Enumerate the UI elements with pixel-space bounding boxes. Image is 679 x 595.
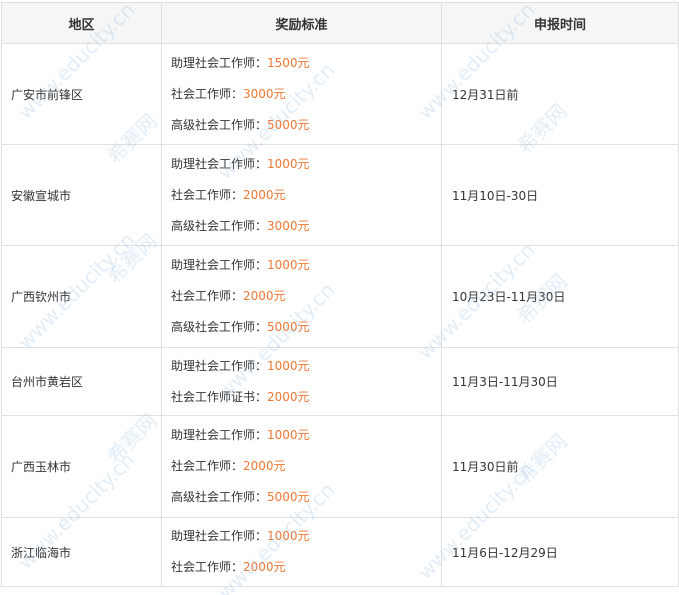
reward-line: 社会工作师：2000元	[171, 281, 441, 312]
region-cell: 安徽宣城市	[1, 144, 162, 246]
reward-line: 助理社会工作师：1000元	[171, 420, 441, 451]
reward-amount: 1000元	[267, 428, 310, 442]
reward-label: 社会工作师：	[171, 459, 244, 473]
reward-label: 高级社会工作师：	[171, 490, 268, 504]
reward-line: 社会工作师证书：2000元	[171, 382, 441, 413]
reward-amount: 1000元	[267, 358, 310, 373]
reward-label: 社会工作师证书：	[171, 389, 268, 404]
table-header-row: 地区 奖励标准 申报时间	[1, 2, 679, 44]
table-row: 广西钦州市 助理社会工作师：1000元 社会工作师：2000元 高级社会工作师：…	[1, 245, 679, 348]
dates-cell: 11月10日-30日	[441, 144, 679, 246]
table-row: 浙江临海市 助理社会工作师：1000元 社会工作师：2000元 11月6日-12…	[1, 517, 679, 587]
reward-label: 助理社会工作师：	[171, 529, 268, 543]
reward-amount: 3000元	[243, 86, 286, 101]
header-reward: 奖励标准	[161, 2, 442, 44]
reward-amount: 2000元	[267, 389, 310, 404]
reward-amount: 5000元	[267, 117, 310, 132]
reward-amount: 3000元	[267, 218, 310, 233]
reward-label: 高级社会工作师：	[171, 218, 268, 233]
reward-label: 社会工作师：	[171, 560, 244, 574]
rewards-cell: 助理社会工作师：1500元 社会工作师：3000元 高级社会工作师：5000元	[161, 43, 442, 145]
reward-label: 高级社会工作师：	[171, 320, 268, 334]
header-dates: 申报时间	[441, 2, 679, 44]
reward-amount: 1000元	[267, 529, 310, 543]
rewards-cell: 助理社会工作师：1000元 社会工作师：2000元 高级社会工作师：5000元	[161, 415, 442, 518]
reward-label: 助理社会工作师：	[171, 258, 268, 272]
header-region: 地区	[1, 2, 162, 44]
reward-amount: 5000元	[267, 320, 310, 334]
reward-table: 地区 奖励标准 申报时间 广安市前锋区 助理社会工作师：1500元 社会工作师：…	[1, 2, 679, 587]
reward-line: 社会工作师：2000元	[171, 451, 441, 482]
reward-line: 助理社会工作师：1500元	[171, 48, 441, 79]
reward-table-container: 地区 奖励标准 申报时间 广安市前锋区 助理社会工作师：1500元 社会工作师：…	[1, 2, 679, 587]
reward-line: 社会工作师：3000元	[171, 79, 441, 110]
reward-amount: 2000元	[243, 560, 286, 574]
reward-label: 助理社会工作师：	[171, 428, 268, 442]
reward-label: 社会工作师：	[171, 289, 244, 303]
reward-line: 高级社会工作师：5000元	[171, 110, 441, 141]
dates-cell: 12月31日前	[441, 43, 679, 145]
reward-amount: 5000元	[267, 490, 310, 504]
rewards-cell: 助理社会工作师：1000元 社会工作师证书：2000元	[161, 347, 442, 416]
reward-line: 高级社会工作师：3000元	[171, 211, 441, 242]
reward-amount: 1000元	[267, 258, 310, 272]
region-cell: 浙江临海市	[1, 517, 162, 587]
rewards-cell: 助理社会工作师：1000元 社会工作师：2000元	[161, 517, 442, 587]
reward-label: 助理社会工作师：	[171, 156, 268, 171]
rewards-cell: 助理社会工作师：1000元 社会工作师：2000元 高级社会工作师：5000元	[161, 245, 442, 348]
region-cell: 广安市前锋区	[1, 43, 162, 145]
region-cell: 台州市黄岩区	[1, 347, 162, 416]
reward-label: 助理社会工作师：	[171, 55, 268, 70]
reward-amount: 1500元	[267, 55, 310, 70]
region-cell: 广西玉林市	[1, 415, 162, 518]
table-row: 安徽宣城市 助理社会工作师：1000元 社会工作师：2000元 高级社会工作师：…	[1, 144, 679, 246]
reward-amount: 1000元	[267, 156, 310, 171]
reward-label: 社会工作师：	[171, 86, 244, 101]
reward-amount: 2000元	[243, 187, 286, 202]
dates-cell: 10月23日-11月30日	[441, 245, 679, 348]
reward-line: 助理社会工作师：1000元	[171, 351, 441, 382]
reward-line: 助理社会工作师：1000元	[171, 521, 441, 552]
reward-amount: 2000元	[243, 459, 286, 473]
reward-amount: 2000元	[243, 289, 286, 303]
dates-cell: 11月30日前	[441, 415, 679, 518]
region-cell: 广西钦州市	[1, 245, 162, 348]
reward-line: 高级社会工作师：5000元	[171, 482, 441, 513]
reward-line: 社会工作师：2000元	[171, 180, 441, 211]
reward-line: 助理社会工作师：1000元	[171, 149, 441, 180]
reward-label: 助理社会工作师：	[171, 358, 268, 373]
reward-line: 助理社会工作师：1000元	[171, 250, 441, 281]
reward-label: 高级社会工作师：	[171, 117, 268, 132]
table-row: 广安市前锋区 助理社会工作师：1500元 社会工作师：3000元 高级社会工作师…	[1, 43, 679, 145]
table-row: 广西玉林市 助理社会工作师：1000元 社会工作师：2000元 高级社会工作师：…	[1, 415, 679, 518]
dates-cell: 11月3日-11月30日	[441, 347, 679, 416]
dates-cell: 11月6日-12月29日	[441, 517, 679, 587]
reward-line: 社会工作师：2000元	[171, 552, 441, 583]
table-row: 台州市黄岩区 助理社会工作师：1000元 社会工作师证书：2000元 11月3日…	[1, 347, 679, 416]
reward-label: 社会工作师：	[171, 187, 244, 202]
reward-line: 高级社会工作师：5000元	[171, 312, 441, 343]
rewards-cell: 助理社会工作师：1000元 社会工作师：2000元 高级社会工作师：3000元	[161, 144, 442, 246]
